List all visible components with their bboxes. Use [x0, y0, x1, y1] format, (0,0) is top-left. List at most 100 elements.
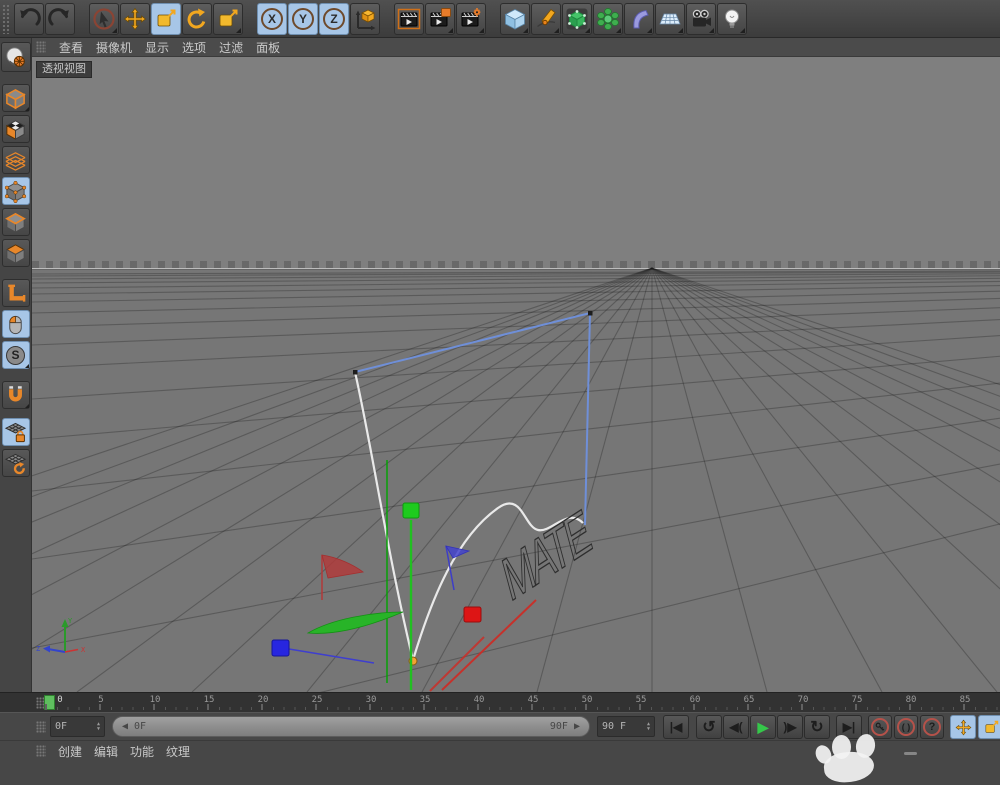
prev-frame-button[interactable]: ◀(	[723, 715, 749, 739]
viewport-label[interactable]: 透视视图	[36, 61, 92, 78]
points-cube-icon	[4, 180, 27, 203]
gizmo-z-label: Z	[36, 645, 40, 653]
goto-start-button[interactable]: |◀	[663, 715, 689, 739]
menu-camera[interactable]: 摄像机	[96, 39, 132, 56]
rotate-tool-button[interactable]	[182, 2, 212, 35]
undo-button[interactable]	[14, 2, 44, 35]
last-tool-scale-icon	[219, 9, 238, 26]
scene-canvas: MATE Z X Y	[32, 267, 1000, 692]
render-view-button[interactable]	[394, 2, 424, 35]
autokey-parens-button[interactable]: ( )	[894, 715, 918, 739]
redo-button[interactable]	[45, 2, 75, 35]
coordinate-system-button[interactable]	[350, 2, 380, 35]
menu-display[interactable]: 显示	[145, 39, 169, 56]
workplane-rotate-icon	[4, 453, 27, 474]
viewport-menu-bar: 查看 摄像机 显示 选项 过滤 面板	[32, 38, 1000, 57]
prev-key-button[interactable]: ↺	[696, 715, 722, 739]
viewport[interactable]: MATE Z X Y 透视视图	[32, 57, 1000, 692]
mouse-input-button[interactable]	[1, 310, 30, 338]
end-frame-field[interactable]: 90 F ▲ ▼	[597, 716, 655, 737]
polygons-mode-button[interactable]	[1, 239, 30, 267]
scale-tool-button[interactable]	[151, 2, 181, 35]
points-mode-button[interactable]	[1, 177, 30, 205]
live-selection-button[interactable]	[89, 2, 119, 35]
toolbar-grip[interactable]	[2, 3, 10, 34]
add-cube-button[interactable]	[500, 2, 530, 35]
red-cube-marker[interactable]	[463, 606, 482, 623]
stepper-icon[interactable]: ▲ ▼	[647, 721, 650, 732]
move-tool-button[interactable]	[120, 2, 150, 35]
stepper-icon[interactable]: ▲ ▼	[97, 721, 100, 732]
axis-workplane-button[interactable]	[1, 279, 30, 307]
timeline-ruler[interactable]: 0 5 10 15 20 25 30 35 40 45 50 55 60 65 70 75 80 85	[0, 692, 1000, 712]
menu-create[interactable]: 创建	[58, 743, 82, 760]
lattice-grid-icon	[5, 151, 26, 171]
model-mode-button[interactable]	[1, 84, 30, 112]
menu-filter[interactable]: 过滤	[219, 39, 243, 56]
menu-texture[interactable]: 纹理	[166, 743, 190, 760]
z-axis-lock-button[interactable]: Z	[319, 2, 349, 35]
timeline-range-slider[interactable]: ◀ 0F 90F ▶	[112, 716, 590, 737]
spline-vertex-dot[interactable]	[353, 370, 358, 375]
texture-mode-button[interactable]	[1, 115, 30, 143]
green-cube-marker[interactable]	[402, 502, 420, 519]
render-picture-viewer-button[interactable]	[425, 2, 455, 35]
current-frame-field[interactable]: 0F ▲ ▼	[50, 716, 105, 737]
model-cube-icon	[5, 88, 26, 109]
blue-flag[interactable]	[445, 545, 471, 559]
light-button[interactable]	[717, 2, 747, 35]
last-tool-button[interactable]	[213, 2, 243, 35]
edges-cube-icon	[5, 212, 26, 233]
spline-blue-segment[interactable]	[354, 311, 592, 526]
x-axis-letter: X	[267, 11, 276, 26]
keyframe-help-button[interactable]: ?	[920, 715, 944, 739]
edges-mode-button[interactable]	[1, 208, 30, 236]
bottombar-grip[interactable]	[36, 745, 46, 757]
record-keyframe-button[interactable]	[868, 715, 892, 739]
goto-end-button[interactable]: ▶|	[836, 715, 862, 739]
floor-button[interactable]	[655, 2, 685, 35]
undo-icon	[20, 7, 41, 25]
transport-grip[interactable]	[36, 721, 46, 733]
x-axis-lock-button[interactable]: X	[257, 2, 287, 35]
subdivision-surface-button[interactable]	[562, 2, 592, 35]
z-axis-icon: Z	[323, 7, 345, 30]
workplane-lock-button[interactable]	[1, 418, 30, 446]
next-key-button[interactable]: ↻	[804, 715, 830, 739]
polygons-cube-icon	[5, 243, 26, 264]
render-settings-gear-icon	[461, 7, 481, 26]
floor-grid-icon	[659, 13, 681, 24]
blue-marker-line	[288, 648, 375, 664]
blue-cube-marker[interactable]	[271, 639, 290, 657]
record-scale-button[interactable]	[978, 715, 1000, 739]
record-position-button[interactable]	[950, 715, 976, 739]
menu-view[interactable]: 查看	[59, 39, 83, 56]
generators-button[interactable]	[593, 2, 623, 35]
world-axis-gizmo: Z X Y	[36, 617, 86, 654]
z-axis-letter: Z	[330, 11, 338, 26]
y-axis-letter: Y	[298, 11, 307, 26]
deformers-button[interactable]	[624, 2, 654, 35]
menu-panel[interactable]: 面板	[256, 39, 280, 56]
red-flag[interactable]	[321, 554, 364, 579]
camera-button[interactable]	[686, 2, 716, 35]
play-button[interactable]: ▶	[750, 715, 776, 739]
scene-3d-text[interactable]: MATE	[496, 496, 597, 615]
snap-button[interactable]: S	[1, 341, 30, 369]
navigation-button[interactable]	[0, 42, 31, 72]
magnet-snap-button[interactable]	[1, 381, 30, 409]
spline-vertex-dot[interactable]	[588, 311, 593, 316]
menu-function[interactable]: 功能	[130, 743, 154, 760]
snap-letter: S	[11, 348, 20, 362]
pen-spline-button[interactable]	[531, 2, 561, 35]
render-settings-button[interactable]	[456, 2, 486, 35]
green-swoosh[interactable]	[306, 611, 404, 634]
y-axis-lock-button[interactable]: Y	[288, 2, 318, 35]
menubar-grip[interactable]	[36, 41, 46, 53]
next-frame-button[interactable]: )▶	[777, 715, 803, 739]
menu-edit[interactable]: 编辑	[94, 743, 118, 760]
uv-mesh-button[interactable]	[1, 146, 30, 174]
workplane-rotate-button[interactable]	[1, 449, 30, 477]
menu-options[interactable]: 选项	[182, 39, 206, 56]
deformer-icon	[633, 9, 649, 28]
